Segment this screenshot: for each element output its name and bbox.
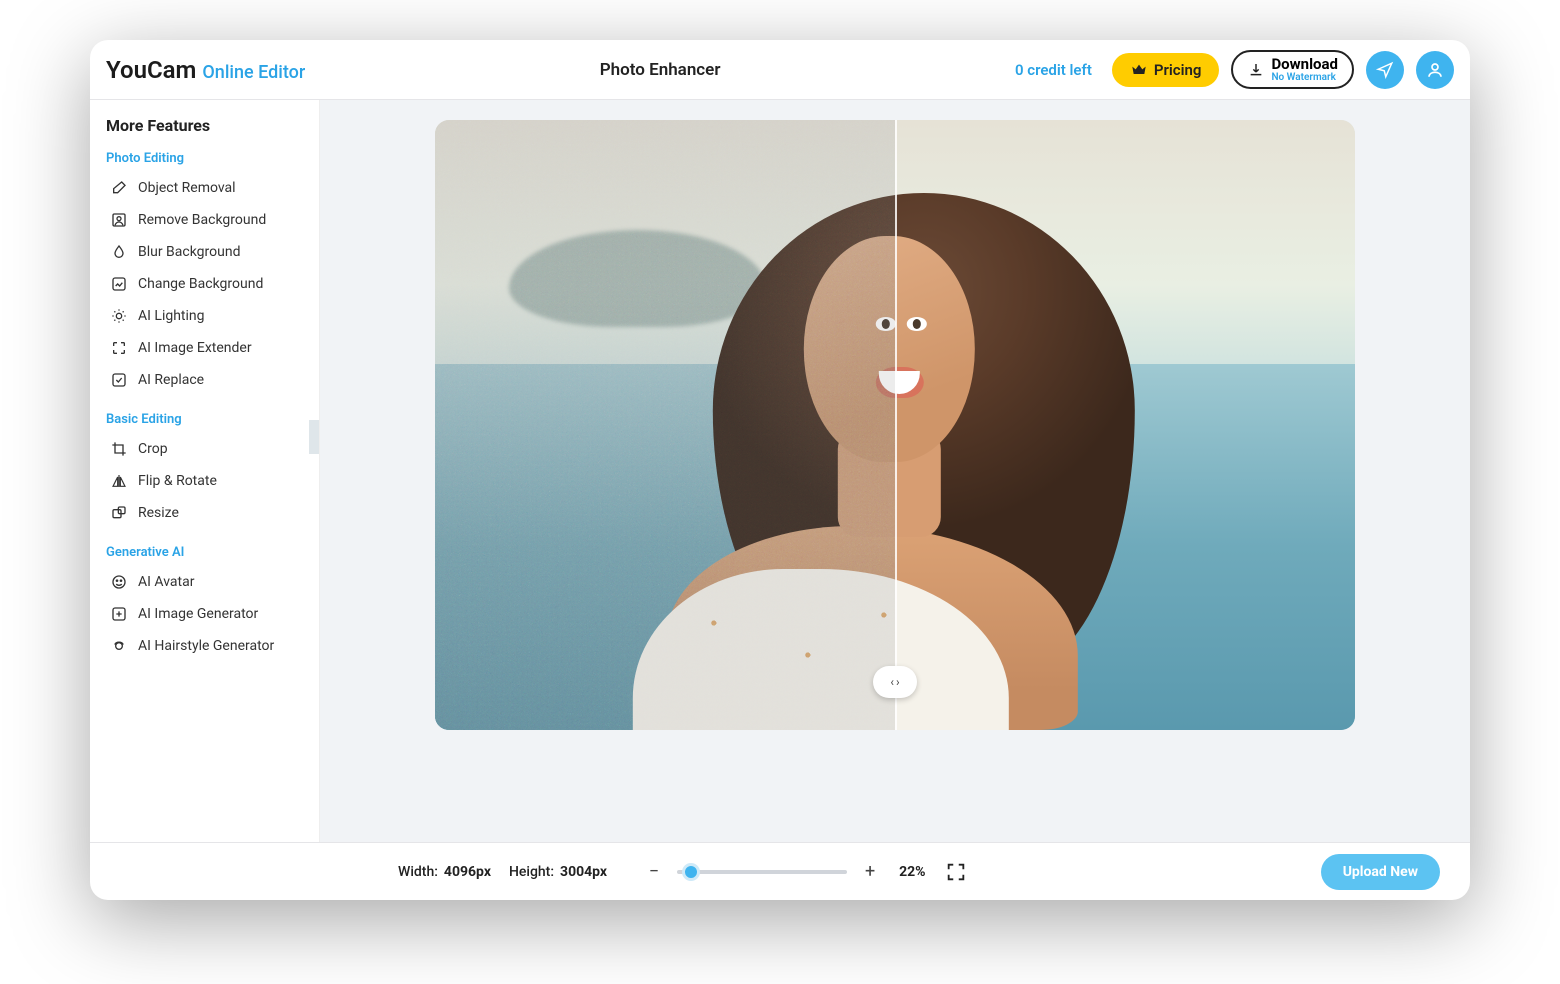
avatar-icon	[110, 573, 128, 591]
logo-sub: Online Editor	[202, 62, 305, 83]
eraser-icon	[110, 179, 128, 197]
zoom-slider-thumb[interactable]	[682, 863, 700, 881]
user-icon	[1426, 61, 1444, 79]
sidebar: More Features Photo Editing Object Remov…	[90, 100, 320, 842]
hair-icon	[110, 637, 128, 655]
sidebar-item-blur-background[interactable]: Blur Background	[106, 236, 311, 268]
sun-icon	[110, 307, 128, 325]
credit-text[interactable]: 0 credit left	[1015, 61, 1092, 79]
download-button[interactable]: Download No Watermark	[1231, 50, 1354, 90]
swap-icon	[110, 275, 128, 293]
sidebar-item-label: AI Image Extender	[138, 340, 252, 356]
height-label: Height:	[509, 864, 554, 880]
expand-icon	[110, 339, 128, 357]
sidebar-item-label: Change Background	[138, 276, 263, 292]
sidebar-item-label: AI Image Generator	[138, 606, 258, 622]
sidebar-item-ai-lighting[interactable]: AI Lighting	[106, 300, 311, 332]
sidebar-item-label: Crop	[138, 441, 168, 457]
page-title: Photo Enhancer	[317, 60, 1003, 80]
compare-divider[interactable]	[895, 120, 897, 730]
sidebar-item-label: AI Hairstyle Generator	[138, 638, 274, 654]
sidebar-item-ai-hairstyle-generator[interactable]: AI Hairstyle Generator	[106, 630, 311, 662]
cutout-icon	[110, 211, 128, 229]
chevron-left-icon: ‹	[319, 429, 320, 445]
crown-icon	[1130, 61, 1148, 79]
compare-slider-handle[interactable]: ‹ ›	[873, 666, 917, 698]
sidebar-item-label: AI Lighting	[138, 308, 205, 324]
sidebar-item-resize[interactable]: Resize	[106, 497, 311, 529]
sidebar-item-ai-image-extender[interactable]: AI Image Extender	[106, 332, 311, 364]
image-canvas[interactable]: ‹ ›	[435, 120, 1355, 730]
sidebar-item-ai-image-generator[interactable]: AI Image Generator	[106, 598, 311, 630]
chevron-right-icon: ›	[896, 675, 900, 689]
zoom-slider[interactable]	[677, 870, 847, 874]
zoom-value: 22%	[899, 864, 925, 880]
sidebar-heading-basic-editing: Basic Editing	[106, 412, 311, 427]
pricing-label: Pricing	[1154, 61, 1202, 79]
gen-icon	[110, 605, 128, 623]
sidebar-heading-photo-editing: Photo Editing	[106, 151, 311, 166]
sidebar-item-ai-avatar[interactable]: AI Avatar	[106, 566, 311, 598]
plus-icon: +	[865, 861, 875, 882]
sidebar-item-label: Resize	[138, 505, 179, 521]
logo[interactable]: YouCam Online Editor	[106, 56, 305, 84]
width-value: 4096px	[444, 864, 491, 880]
sidebar-item-crop[interactable]: Crop	[106, 433, 311, 465]
sidebar-item-remove-background[interactable]: Remove Background	[106, 204, 311, 236]
sidebar-item-label: Flip & Rotate	[138, 473, 217, 489]
pricing-button[interactable]: Pricing	[1112, 53, 1220, 87]
flip-icon	[110, 472, 128, 490]
footer: Width: 4096px Height: 3004px − + 22% Upl…	[90, 842, 1470, 900]
sidebar-item-ai-replace[interactable]: AI Replace	[106, 364, 311, 396]
sidebar-item-label: Blur Background	[138, 244, 240, 260]
logo-main: YouCam	[106, 56, 196, 84]
droplet-icon	[110, 243, 128, 261]
upload-new-button[interactable]: Upload New	[1321, 854, 1440, 890]
zoom-out-button[interactable]: −	[645, 863, 663, 881]
sidebar-item-label: Remove Background	[138, 212, 266, 228]
paper-plane-icon	[1376, 61, 1394, 79]
upload-label: Upload New	[1343, 864, 1418, 880]
height-value: 3004px	[560, 864, 607, 880]
download-sublabel: No Watermark	[1271, 72, 1338, 83]
replace-icon	[110, 371, 128, 389]
account-button[interactable]	[1416, 51, 1454, 89]
crop-icon	[110, 440, 128, 458]
sidebar-item-label: AI Replace	[138, 372, 204, 388]
fullscreen-button[interactable]	[945, 861, 967, 883]
sidebar-item-label: AI Avatar	[138, 574, 194, 590]
download-label: Download	[1271, 56, 1338, 73]
sidebar-heading-generative-ai: Generative AI	[106, 545, 311, 560]
header: YouCam Online Editor Photo Enhancer 0 cr…	[90, 40, 1470, 100]
body: More Features Photo Editing Object Remov…	[90, 100, 1470, 842]
resize-icon	[110, 504, 128, 522]
download-icon	[1247, 61, 1265, 79]
chevron-left-icon: ‹	[890, 675, 894, 689]
sidebar-collapse-toggle[interactable]: ‹	[309, 420, 320, 454]
zoom-in-button[interactable]: +	[861, 863, 879, 881]
sidebar-item-object-removal[interactable]: Object Removal	[106, 172, 311, 204]
minus-icon: −	[649, 861, 659, 882]
sidebar-item-flip-rotate[interactable]: Flip & Rotate	[106, 465, 311, 497]
share-button[interactable]	[1366, 51, 1404, 89]
sidebar-item-change-background[interactable]: Change Background	[106, 268, 311, 300]
zoom-controls: − + 22%	[645, 861, 967, 883]
sidebar-title: More Features	[106, 116, 311, 135]
width-label: Width:	[398, 864, 438, 880]
sidebar-item-label: Object Removal	[138, 180, 236, 196]
canvas-area: ‹ ›	[320, 100, 1470, 842]
